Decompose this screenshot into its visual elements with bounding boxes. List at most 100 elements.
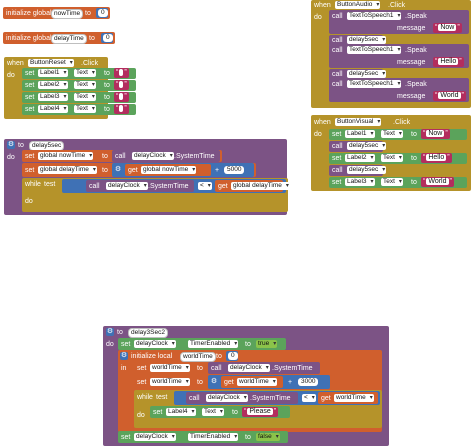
number-value[interactable]: 0 — [228, 352, 238, 360]
procedure-dropdown[interactable]: delay5sec — [347, 166, 387, 174]
text-value[interactable]: Now — [426, 130, 445, 137]
mutator-gear-icon[interactable]: ⚙ — [120, 352, 128, 360]
var-dropdown[interactable]: global nowTime — [38, 152, 94, 160]
mutator-gear-icon[interactable]: ⚙ — [106, 328, 114, 336]
text-string-block[interactable]: “” — [114, 80, 129, 90]
property-dropdown[interactable]: Text — [74, 105, 96, 113]
var-dropdown[interactable]: global delayTime — [231, 182, 290, 190]
procedure-dropdown[interactable]: delay5sec — [347, 70, 387, 78]
get-worldtime[interactable]: get worldTime — [318, 392, 378, 404]
set-label-text[interactable]: setLabel3 Text to “” — [22, 92, 136, 103]
property-dropdown[interactable]: Text — [74, 81, 96, 89]
compare-operator-dropdown[interactable]: < — [198, 182, 212, 190]
property-dropdown[interactable]: Text — [381, 154, 403, 162]
number-block[interactable]: 0 — [226, 351, 238, 361]
property-dropdown[interactable]: TimerEnabled — [188, 340, 239, 348]
clock-dropdown[interactable]: delayClock — [134, 433, 176, 441]
get-global-delaytime[interactable]: get global delayTime — [215, 180, 290, 192]
text-string-block[interactable]: “World” — [433, 91, 466, 101]
var-name-field[interactable]: delayTime — [51, 34, 87, 44]
init-global-nowtime[interactable]: initialize global nowTime to 0 — [3, 7, 110, 19]
procedure-name-field[interactable]: delay3Sec2 — [128, 328, 168, 338]
component-dropdown[interactable]: ButtonAudio — [335, 1, 381, 9]
set-timerenabled-false[interactable]: set delayClock TimerEnabled to false — [118, 431, 288, 443]
property-dropdown[interactable]: Text — [74, 93, 96, 101]
call-tts-speak[interactable]: call TextToSpeech1.Speak message “Now” — [329, 10, 469, 34]
label-dropdown[interactable]: Label1 — [345, 130, 375, 138]
var-dropdown[interactable]: worldTime — [334, 394, 374, 402]
call-delay5sec[interactable]: call delay5sec — [329, 141, 387, 152]
text-string-block[interactable]: “Hello” — [421, 153, 452, 163]
number-block[interactable]: 0 — [96, 8, 108, 18]
text-value[interactable]: Please — [247, 408, 273, 415]
clock-dropdown[interactable]: delayClock — [134, 340, 176, 348]
text-string-block[interactable]: “Now” — [433, 23, 462, 33]
property-dropdown[interactable]: Text — [74, 69, 96, 77]
get-worldtime[interactable]: get worldTime — [221, 376, 283, 388]
clock-dropdown[interactable]: delayClock — [206, 394, 248, 402]
label-dropdown[interactable]: Label3 — [38, 93, 68, 101]
label-dropdown[interactable]: Label4 — [38, 105, 68, 113]
text-string-block[interactable]: “” — [114, 92, 129, 102]
var-dropdown[interactable]: global delayTime — [38, 166, 97, 174]
number-value[interactable]: 3000 — [298, 378, 319, 386]
call-systemtime[interactable]: call delayClock .SystemTime — [208, 362, 320, 374]
text-value[interactable]: Hello — [438, 58, 459, 65]
set-global-delaytime[interactable]: set global delayTime to ⚙ get global now… — [22, 163, 256, 177]
math-add-block[interactable]: ⚙ get worldTime + 3000 — [208, 375, 330, 389]
math-add-block[interactable]: ⚙ get global nowTime + 5000 — [112, 163, 254, 177]
number-block[interactable]: 0 — [101, 33, 113, 43]
tts-dropdown[interactable]: TextToSpeech1 — [347, 46, 402, 54]
set-worldtime-add[interactable]: set worldTime to ⚙ get worldTime + 3000 — [134, 375, 332, 389]
set-timerenabled-true[interactable]: set delayClock TimerEnabled to true — [118, 338, 286, 350]
call-delay5sec[interactable]: call delay5sec — [329, 165, 387, 176]
call-tts-speak[interactable]: call TextToSpeech1.Speak message “World” — [329, 78, 469, 102]
component-dropdown[interactable]: ButtonReset — [28, 59, 74, 67]
procedure-dropdown[interactable]: delay5sec — [347, 142, 387, 150]
set-global-nowtime[interactable]: set global nowTime to call delayClock .S… — [22, 150, 222, 162]
while-loop[interactable]: while test do call delayClock .SystemTim… — [134, 390, 382, 428]
var-dropdown[interactable]: worldTime — [237, 378, 277, 386]
text-string-block[interactable]: “” — [114, 68, 129, 78]
text-string-block[interactable]: “Please” — [242, 407, 279, 417]
clock-dropdown[interactable]: delayClock — [228, 364, 270, 372]
label-dropdown[interactable]: Label1 — [38, 69, 68, 77]
property-dropdown[interactable]: Text — [381, 178, 403, 186]
set-label-text[interactable]: setLabel1 Text to “Now” — [329, 129, 467, 140]
while-loop[interactable]: while test do call delayClock .SystemTim… — [22, 178, 290, 212]
number-value[interactable]: 0 — [103, 34, 113, 42]
text-value[interactable] — [119, 69, 124, 76]
text-string-block[interactable]: “World” — [421, 177, 454, 187]
text-value[interactable]: World — [426, 178, 449, 185]
set-label-text[interactable]: setLabel4 Text to “” — [22, 104, 136, 115]
var-name-field[interactable]: nowTime — [51, 9, 84, 19]
number-value[interactable]: 0 — [98, 9, 108, 17]
label-dropdown[interactable]: Label2 — [345, 154, 375, 162]
clock-dropdown[interactable]: delayClock — [132, 152, 174, 160]
boolean-dropdown[interactable]: false — [256, 433, 280, 441]
text-value[interactable] — [119, 81, 124, 88]
tts-dropdown[interactable]: TextToSpeech1 — [347, 12, 402, 20]
label-dropdown[interactable]: Label2 — [38, 81, 68, 89]
set-label-text[interactable]: setLabel2 Text to “” — [22, 80, 136, 91]
var-dropdown[interactable]: worldTime — [150, 378, 190, 386]
procedure-dropdown[interactable]: delay5sec — [347, 36, 387, 44]
mutator-gear-icon[interactable]: ⚙ — [114, 166, 122, 174]
math-compare-block[interactable]: call delayClock .SystemTime < get global… — [62, 179, 290, 193]
init-global-delaytime[interactable]: initialize global delayTime to 0 — [3, 32, 115, 44]
text-value[interactable] — [119, 93, 124, 100]
set-label-text[interactable]: setLabel3 Text to “World” — [329, 177, 467, 188]
clock-dropdown[interactable]: delayClock — [106, 182, 148, 190]
var-dropdown[interactable]: worldTime — [150, 364, 190, 372]
call-systemtime[interactable]: call delayClock .SystemTime — [186, 392, 298, 404]
get-global-nowtime[interactable]: get global nowTime — [125, 164, 211, 176]
property-dropdown[interactable]: Text — [381, 130, 403, 138]
set-label-text[interactable]: setLabel2 Text to “Hello” — [329, 153, 467, 164]
property-dropdown[interactable]: TimerEnabled — [188, 433, 239, 441]
text-string-block[interactable]: “” — [114, 104, 129, 114]
boolean-dropdown[interactable]: true — [256, 340, 278, 348]
math-compare-block[interactable]: call delayClock .SystemTime < get worldT… — [174, 391, 380, 405]
mutator-gear-icon[interactable]: ⚙ — [7, 141, 15, 149]
component-dropdown[interactable]: ButtonVisual — [335, 118, 382, 126]
text-value[interactable]: World — [438, 92, 461, 99]
